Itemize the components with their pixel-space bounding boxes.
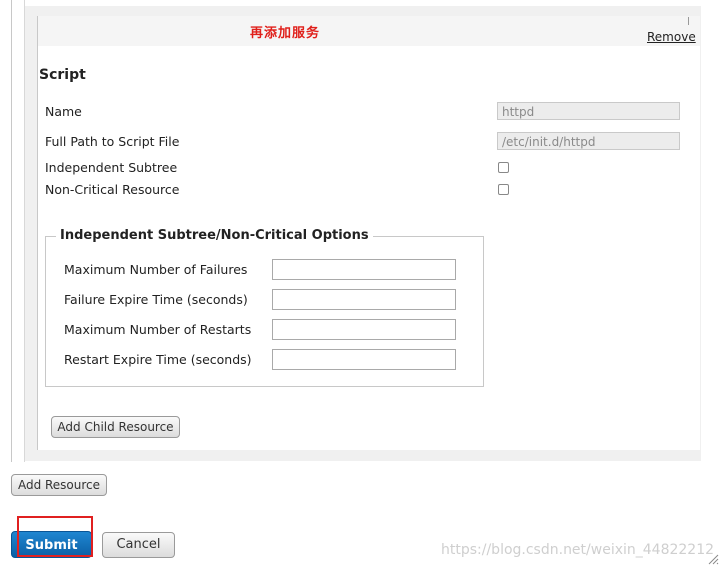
section-title: Script xyxy=(39,67,86,83)
tick-mark xyxy=(688,17,689,25)
independent-subtree-checkbox[interactable] xyxy=(498,162,509,173)
resource-header-strip xyxy=(37,16,700,46)
name-field[interactable]: httpd xyxy=(497,102,680,120)
max-failures-input[interactable] xyxy=(272,259,456,280)
restart-expire-input[interactable] xyxy=(272,349,456,370)
resize-grip-icon[interactable] xyxy=(707,553,719,565)
remove-link[interactable]: Remove xyxy=(647,30,696,44)
restart-expire-label: Restart Expire Time (seconds) xyxy=(64,352,252,367)
max-restarts-label: Maximum Number of Restarts xyxy=(64,322,252,337)
script-path-label: Full Path to Script File xyxy=(45,134,180,149)
annotation-text: 再添加服务 xyxy=(250,26,321,41)
independent-subtree-label: Independent Subtree xyxy=(45,160,178,175)
add-child-resource-button[interactable]: Add Child Resource xyxy=(51,416,180,438)
name-label: Name xyxy=(45,104,82,119)
non-critical-label: Non-Critical Resource xyxy=(45,182,180,197)
failure-expire-label: Failure Expire Time (seconds) xyxy=(64,292,248,307)
max-failures-label: Maximum Number of Failures xyxy=(64,262,248,277)
script-path-field[interactable]: /etc/init.d/httpd xyxy=(497,132,680,150)
outer-frame-line xyxy=(11,0,12,462)
watermark: https://blog.csdn.net/weixin_44822212 xyxy=(441,542,715,558)
non-critical-checkbox[interactable] xyxy=(498,184,509,195)
options-legend: Independent Subtree/Non-Critical Options xyxy=(56,228,373,243)
failure-expire-input[interactable] xyxy=(272,289,456,310)
child-frame-line xyxy=(37,16,38,450)
highlight-box xyxy=(17,516,93,557)
max-restarts-input[interactable] xyxy=(272,319,456,340)
cancel-button[interactable]: Cancel xyxy=(102,532,175,558)
add-resource-button[interactable]: Add Resource xyxy=(11,474,107,496)
